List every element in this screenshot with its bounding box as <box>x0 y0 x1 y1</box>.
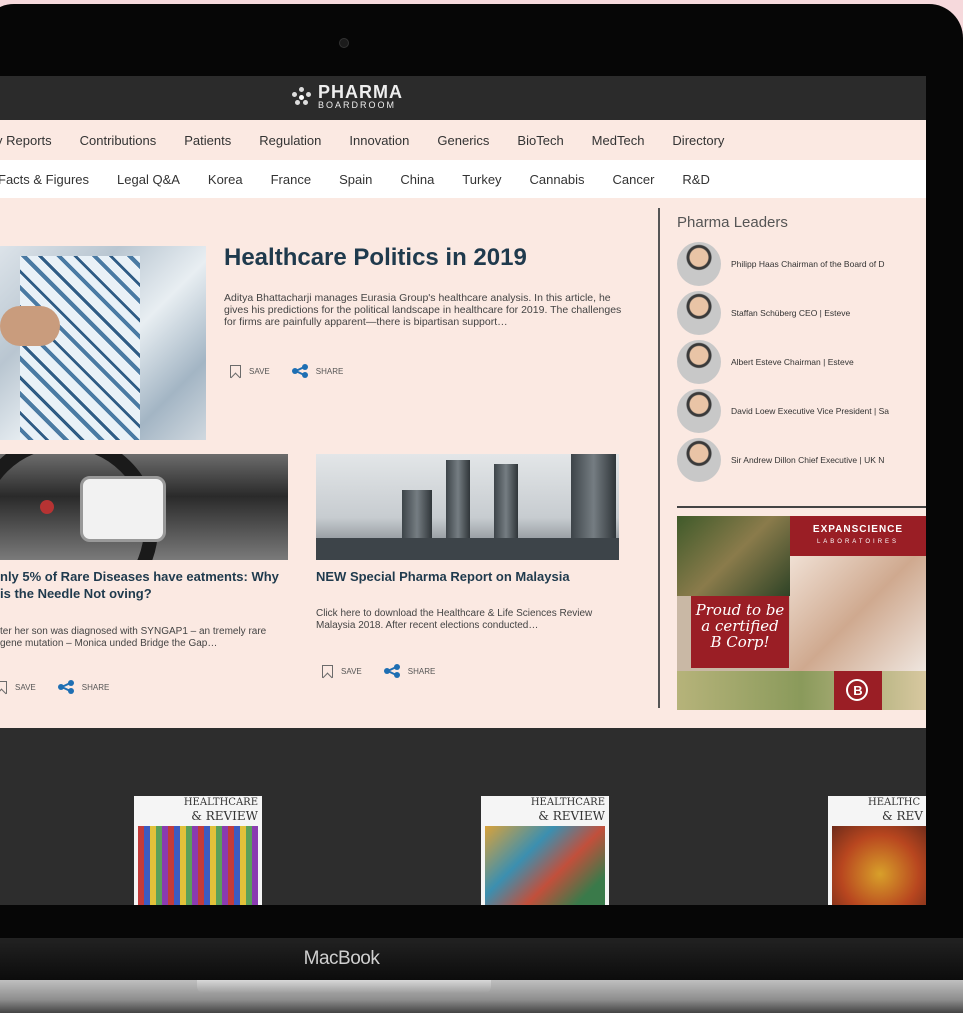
leader-name[interactable]: Philipp Haas Chairman of the Board of D <box>731 259 885 269</box>
ad-photo-family <box>790 556 926 671</box>
share-button[interactable]: SHARE <box>408 667 436 676</box>
nav-item-korea[interactable]: Korea <box>208 172 243 187</box>
advertisement-banner[interactable]: EXPANSCIENCE LABORATOIRES Proud to be a … <box>677 516 926 710</box>
magazine-subtitle: & REVIEW <box>191 809 258 823</box>
leader-item[interactable]: David Loew Executive Vice President | Sa <box>677 389 889 433</box>
ad-bcorp-badge: Proud to be a certified B Corp! <box>691 596 789 668</box>
nav-item-patients[interactable]: Patients <box>184 133 231 148</box>
ad-brand-block: EXPANSCIENCE LABORATOIRES <box>790 516 926 556</box>
site-header: PHARMA BOARDROOM <box>0 76 926 120</box>
avatar <box>677 242 721 286</box>
nav-item-directory[interactable]: Directory <box>672 133 724 148</box>
nav-item-contributions[interactable]: Contributions <box>80 133 157 148</box>
magazine-title: HEALTHC <box>868 797 921 808</box>
magazine-subtitle: & REVIEW <box>538 809 605 823</box>
device-brand-label: MacBook <box>303 948 380 969</box>
browser-screen: PHARMA BOARDROOM y Reports Contributions… <box>0 76 926 905</box>
save-button[interactable]: SAVE <box>249 367 270 376</box>
nav-item-biotech[interactable]: BioTech <box>517 133 563 148</box>
primary-nav: y Reports Contributions Patients Regulat… <box>0 120 926 160</box>
leader-item[interactable]: Staffan Schüberg CEO | Esteve <box>677 291 850 335</box>
nav-item-facts-figures[interactable]: Facts & Figures <box>0 172 89 187</box>
hero-article-excerpt: Aditya Bhattacharji manages Eurasia Grou… <box>224 292 622 328</box>
magazine-title: HEALTHCARE <box>183 797 258 808</box>
leader-name[interactable]: Sir Andrew Dillon Chief Executive | UK N <box>731 455 884 465</box>
share-icon[interactable] <box>383 664 400 678</box>
bookmark-icon[interactable] <box>0 680 7 694</box>
logo-subtitle: BOARDROOM <box>318 100 397 110</box>
card-actions-rare-diseases: SAVE SHARE <box>0 680 109 694</box>
hero-article-title[interactable]: Healthcare Politics in 2019 <box>224 244 527 272</box>
bcorp-logo-icon: B <box>834 671 882 710</box>
nav-item-china[interactable]: China <box>400 172 434 187</box>
nav-item-rd[interactable]: R&D <box>682 172 709 187</box>
avatar <box>677 291 721 335</box>
sidebar-divider <box>658 208 660 708</box>
card-excerpt-malaysia-report: Click here to download the Healthcare & … <box>316 608 593 631</box>
save-button[interactable]: SAVE <box>15 683 36 692</box>
nav-item-reports[interactable]: y Reports <box>0 133 52 148</box>
leader-name[interactable]: Albert Esteve Chairman | Esteve <box>731 357 854 367</box>
bookmark-icon[interactable] <box>230 364 241 378</box>
save-button[interactable]: SAVE <box>341 667 362 676</box>
hero-article-image[interactable] <box>0 246 206 440</box>
card-actions-malaysia-report: SAVE SHARE <box>322 664 435 678</box>
card-title-malaysia-report[interactable]: NEW Special Pharma Report on Malaysia <box>316 568 626 585</box>
leader-name[interactable]: David Loew Executive Vice President | Sa <box>731 406 889 416</box>
nav-item-cancer[interactable]: Cancer <box>612 172 654 187</box>
card-image-malaysia-skyline[interactable] <box>316 454 619 560</box>
hero-article-actions: SAVE SHARE <box>230 364 343 378</box>
sidebar-separator <box>677 506 926 508</box>
card-title-rare-diseases[interactable]: nly 5% of Rare Diseases have eatments: W… <box>0 568 288 602</box>
secondary-nav: Facts & Figures Legal Q&A Korea France S… <box>0 160 926 198</box>
nav-item-legal-qa[interactable]: Legal Q&A <box>117 172 180 187</box>
nav-item-regulation[interactable]: Regulation <box>259 133 321 148</box>
ad-photo-landscape <box>677 671 926 710</box>
avatar <box>677 389 721 433</box>
logo-icon <box>292 86 312 107</box>
share-button[interactable]: SHARE <box>82 683 110 692</box>
nav-item-innovation[interactable]: Innovation <box>349 133 409 148</box>
nav-item-france[interactable]: France <box>271 172 311 187</box>
main-content: Healthcare Politics in 2019 Aditya Bhatt… <box>0 198 926 728</box>
ad-badge-line: Proud to be <box>695 601 785 619</box>
card-excerpt-rare-diseases: ter her son was diagnosed with SYNGAP1 –… <box>0 626 267 649</box>
webcam <box>339 38 349 48</box>
magazine-cover[interactable]: HEALTHC & REV <box>828 796 926 905</box>
avatar <box>677 340 721 384</box>
leader-item[interactable]: Sir Andrew Dillon Chief Executive | UK N <box>677 438 884 482</box>
site-logo[interactable]: PHARMA BOARDROOM <box>292 83 403 110</box>
magazine-cover[interactable]: HEALTHCARE & REVIEW <box>134 796 262 905</box>
nav-item-medtech[interactable]: MedTech <box>592 133 645 148</box>
logo-wordmark: PHARMA <box>318 82 403 102</box>
card-image-dashboard[interactable] <box>0 454 288 560</box>
nav-item-generics[interactable]: Generics <box>437 133 489 148</box>
nav-item-turkey[interactable]: Turkey <box>462 172 501 187</box>
magazine-cover[interactable]: HEALTHCARE & REVIEW <box>481 796 609 905</box>
nav-item-spain[interactable]: Spain <box>339 172 372 187</box>
share-button[interactable]: SHARE <box>316 367 344 376</box>
share-icon[interactable] <box>291 364 308 378</box>
ad-brand-subtitle: LABORATOIRES <box>816 539 900 545</box>
magazine-title: HEALTHCARE <box>530 797 605 808</box>
laptop-hinge <box>197 980 491 994</box>
ad-badge-line: B Corp! <box>710 633 770 651</box>
bcorp-letter: B <box>853 683 863 698</box>
ad-badge-line: a certified <box>701 617 779 635</box>
magazine-subtitle: & REV <box>882 809 923 823</box>
share-icon[interactable] <box>57 680 74 694</box>
avatar <box>677 438 721 482</box>
leader-item[interactable]: Philipp Haas Chairman of the Board of D <box>677 242 885 286</box>
leader-name[interactable]: Staffan Schüberg CEO | Esteve <box>731 308 850 318</box>
leader-item[interactable]: Albert Esteve Chairman | Esteve <box>677 340 854 384</box>
ad-photo-farmers <box>677 516 790 596</box>
ad-brand-name: EXPANSCIENCE <box>812 524 904 535</box>
nav-item-cannabis[interactable]: Cannabis <box>530 172 585 187</box>
magazine-footer: HEALTHCARE & REVIEW HEALTHCARE & REVIEW … <box>0 728 926 905</box>
pharma-leaders-heading: Pharma Leaders <box>677 214 788 231</box>
bookmark-icon[interactable] <box>322 664 333 678</box>
